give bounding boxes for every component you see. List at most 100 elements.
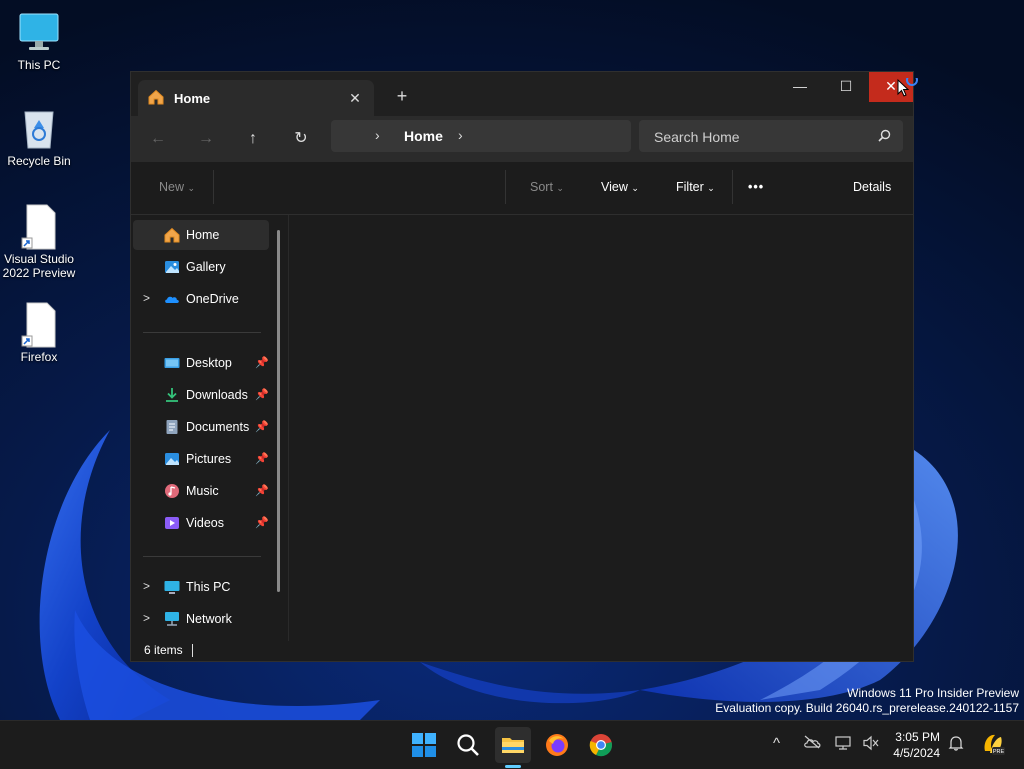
shortcut-file-icon bbox=[17, 302, 61, 348]
desktop-icon-visual-studio[interactable]: Visual Studio 2022 Preview bbox=[1, 204, 77, 280]
search-icon bbox=[878, 129, 891, 145]
sidebar-item-label: Downloads bbox=[186, 388, 248, 402]
pin-icon[interactable]: 📌 bbox=[255, 420, 269, 433]
sidebar-item-videos[interactable]: Videos 📌 bbox=[133, 508, 269, 538]
up-button[interactable]: ↑ bbox=[238, 125, 268, 153]
desktop-icon-label: Recycle Bin bbox=[7, 154, 71, 168]
chevron-down-icon: ⌄ bbox=[556, 183, 564, 193]
search-icon bbox=[457, 734, 479, 756]
chevron-down-icon: ⌄ bbox=[707, 183, 715, 193]
search-button[interactable] bbox=[450, 727, 486, 763]
chevron-down-icon: ⌄ bbox=[631, 183, 639, 193]
onedrive-offline-icon[interactable] bbox=[803, 735, 821, 752]
mouse-cursor-icon bbox=[897, 78, 918, 97]
breadcrumb-home[interactable]: Home bbox=[404, 128, 443, 144]
sidebar-item-label: Gallery bbox=[186, 260, 226, 274]
this-pc-icon bbox=[17, 10, 61, 54]
show-hidden-icons-button[interactable]: ^ bbox=[773, 735, 780, 752]
network-status-icon[interactable] bbox=[835, 735, 853, 754]
sidebar-item-desktop[interactable]: Desktop 📌 bbox=[133, 348, 269, 378]
pane-divider[interactable] bbox=[288, 215, 289, 641]
tab-close-button[interactable]: ✕ bbox=[344, 87, 366, 109]
details-button[interactable]: Details bbox=[853, 180, 891, 194]
pin-icon[interactable]: 📌 bbox=[255, 484, 269, 497]
sidebar-item-this-pc[interactable]: > This PC bbox=[133, 572, 269, 602]
address-bar[interactable]: › Home › bbox=[331, 120, 631, 152]
sidebar-item-label: Network bbox=[186, 612, 232, 626]
sidebar-item-label: Pictures bbox=[186, 452, 232, 466]
system-clock[interactable]: 3:05 PM 4/5/2024 bbox=[892, 729, 940, 761]
taskbar-chrome[interactable] bbox=[583, 727, 619, 763]
documents-icon bbox=[164, 419, 180, 435]
maximize-button[interactable]: ☐ bbox=[823, 72, 869, 102]
desktop-folder-icon bbox=[164, 355, 180, 371]
shortcut-file-icon bbox=[17, 204, 61, 250]
view-button[interactable]: View ⌄ bbox=[601, 180, 639, 194]
sidebar-item-label: Documents bbox=[186, 420, 250, 434]
filter-label: Filter bbox=[676, 180, 704, 194]
sidebar-item-label: Videos bbox=[186, 516, 224, 530]
folder-icon bbox=[502, 738, 524, 753]
pin-icon[interactable]: 📌 bbox=[255, 388, 269, 401]
sidebar-item-label: This PC bbox=[186, 580, 231, 594]
chevron-right-icon[interactable]: > bbox=[143, 291, 150, 305]
pin-icon[interactable]: 📌 bbox=[255, 452, 269, 465]
command-bar: New ⌄ Sort ⌄ View ⌄ Filter ⌄ ••• Details bbox=[131, 162, 913, 215]
notification-bell-icon[interactable] bbox=[948, 735, 964, 754]
music-icon bbox=[164, 483, 180, 499]
sidebar-item-pictures[interactable]: Pictures 📌 bbox=[133, 444, 269, 474]
new-tab-button[interactable]: + bbox=[389, 84, 415, 108]
pin-icon[interactable]: 📌 bbox=[255, 516, 269, 529]
divider bbox=[505, 170, 506, 204]
sort-label: Sort bbox=[530, 180, 553, 194]
divider bbox=[213, 170, 214, 204]
start-button[interactable] bbox=[406, 727, 442, 763]
filter-button[interactable]: Filter ⌄ bbox=[676, 180, 715, 194]
status-separator bbox=[192, 644, 193, 657]
minimize-button[interactable]: — bbox=[777, 72, 823, 102]
search-box[interactable]: Search Home bbox=[639, 120, 903, 152]
more-options-button[interactable]: ••• bbox=[748, 180, 764, 194]
new-button[interactable]: New ⌄ bbox=[159, 180, 195, 194]
sidebar-scrollbar[interactable] bbox=[277, 230, 280, 592]
refresh-button[interactable]: ↻ bbox=[286, 125, 316, 153]
tab-title: Home bbox=[174, 91, 211, 106]
back-button[interactable]: ← bbox=[143, 125, 173, 153]
chevron-right-icon[interactable]: > bbox=[143, 579, 150, 593]
chevron-right-icon[interactable]: › bbox=[458, 127, 463, 143]
status-bar: 6 items bbox=[131, 641, 913, 661]
new-label: New bbox=[159, 180, 185, 194]
volume-muted-icon[interactable] bbox=[862, 735, 880, 754]
sidebar-item-gallery[interactable]: Gallery bbox=[133, 252, 269, 282]
videos-icon bbox=[164, 515, 180, 531]
gallery-icon bbox=[164, 259, 180, 275]
pin-icon[interactable]: 📌 bbox=[255, 356, 269, 369]
desktop-icon-label: Firefox bbox=[20, 350, 58, 364]
sidebar-item-home[interactable]: Home bbox=[133, 220, 269, 250]
desktop-icon-this-pc[interactable]: This PC bbox=[1, 10, 77, 72]
sidebar-item-label: Home bbox=[186, 228, 220, 242]
sidebar-item-music[interactable]: Music 📌 bbox=[133, 476, 269, 506]
taskbar: ^ 3:05 PM 4/5/2024 PRE bbox=[0, 720, 1024, 769]
sidebar-item-onedrive[interactable]: > OneDrive bbox=[133, 284, 269, 314]
forward-button[interactable]: → bbox=[191, 125, 221, 153]
sidebar-item-downloads[interactable]: Downloads 📌 bbox=[133, 380, 269, 410]
search-placeholder: Search Home bbox=[654, 129, 740, 145]
taskbar-file-explorer[interactable] bbox=[495, 727, 531, 763]
clock-date: 4/5/2024 bbox=[893, 746, 940, 760]
windows-logo-icon bbox=[412, 733, 436, 757]
chevron-right-icon: › bbox=[375, 127, 380, 143]
sidebar-item-network[interactable]: > Network bbox=[133, 604, 269, 634]
pictures-icon bbox=[164, 451, 180, 467]
taskbar-firefox[interactable] bbox=[539, 727, 575, 763]
desktop-icon-recycle-bin[interactable]: Recycle Bin bbox=[1, 106, 77, 168]
title-bar[interactable]: Home ✕ + — ☐ ✕ bbox=[131, 72, 913, 117]
view-label: View bbox=[601, 180, 628, 194]
copilot-preview-icon[interactable]: PRE bbox=[980, 731, 1006, 760]
item-count: 6 items bbox=[144, 643, 183, 657]
sidebar-item-documents[interactable]: Documents 📌 bbox=[133, 412, 269, 442]
desktop-icon-firefox[interactable]: Firefox bbox=[1, 302, 77, 364]
chevron-right-icon[interactable]: > bbox=[143, 611, 150, 625]
sort-button[interactable]: Sort ⌄ bbox=[530, 180, 564, 194]
tab-home[interactable]: Home ✕ bbox=[138, 80, 374, 117]
